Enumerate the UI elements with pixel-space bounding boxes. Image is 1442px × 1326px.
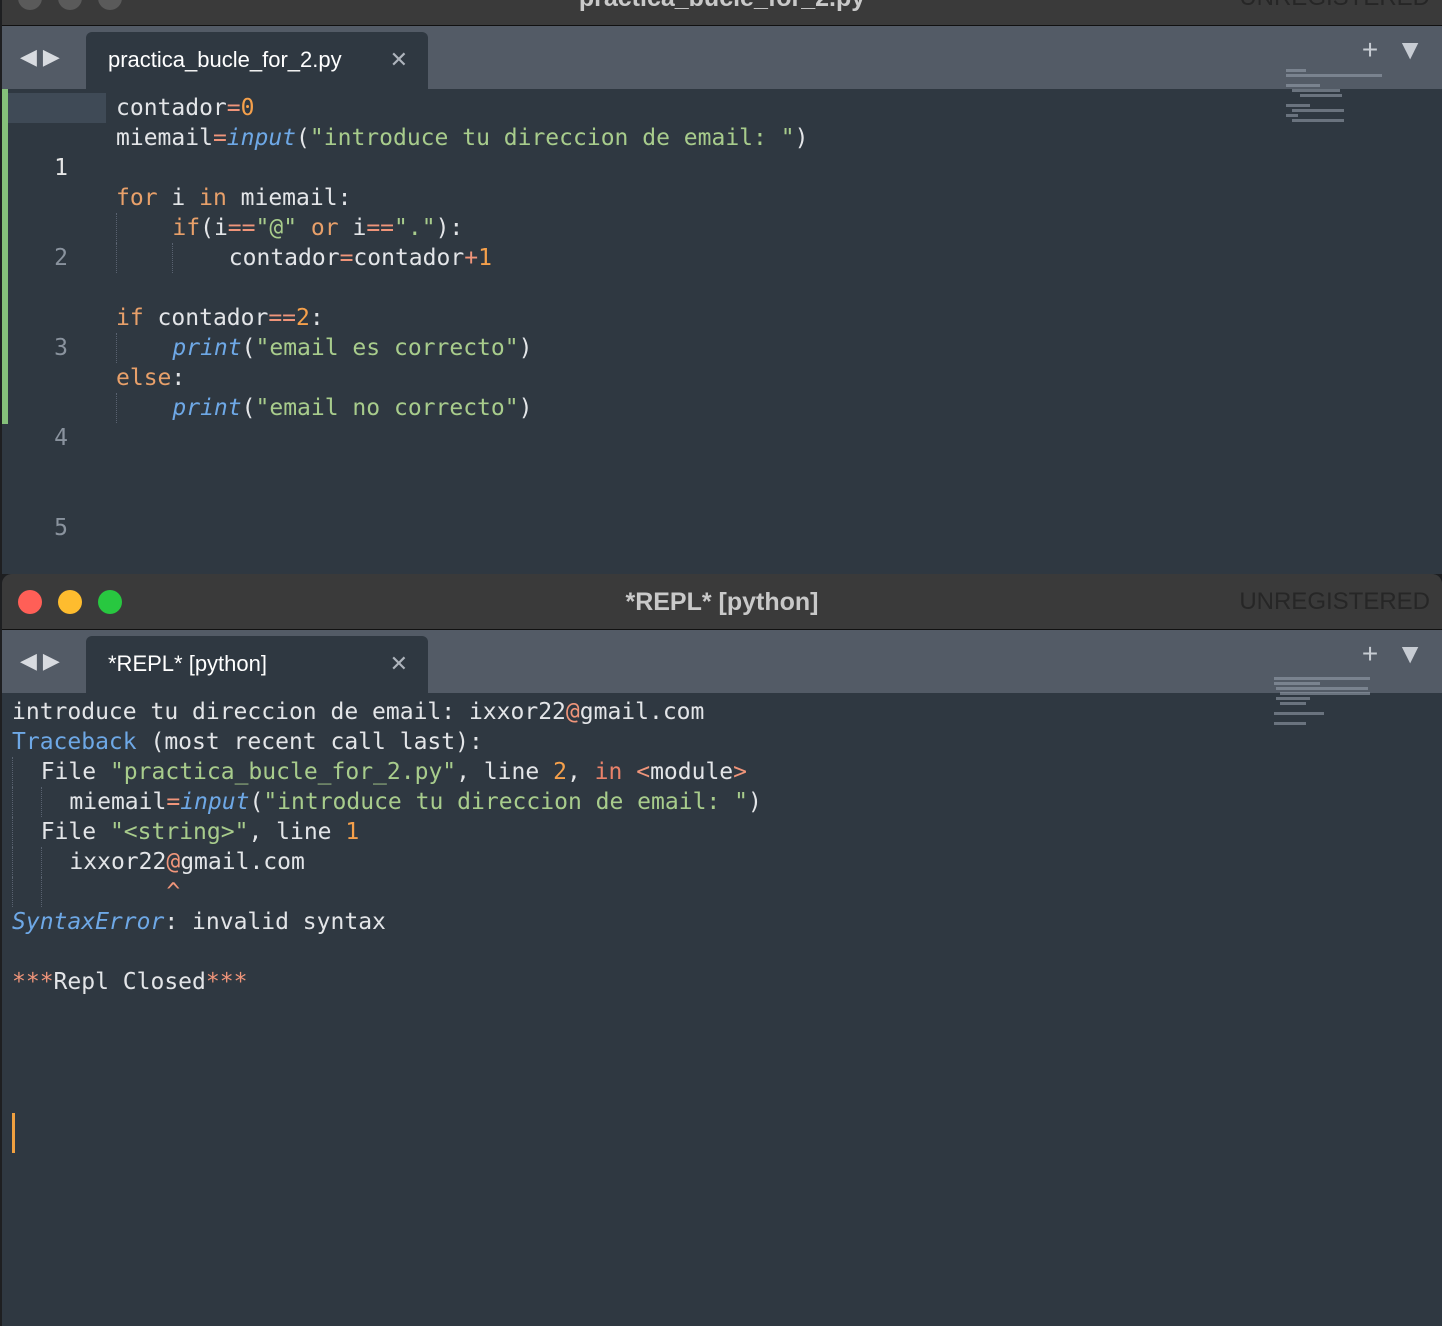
tab-label: *REPL* [python] xyxy=(108,651,267,676)
repl-titlebar: *REPL* [python] UNREGISTERED xyxy=(2,574,1442,630)
tab-label: practica_bucle_for_2.py xyxy=(108,47,342,72)
tab-menu-icon[interactable]: ▼ xyxy=(1396,638,1424,669)
repl-window: *REPL* [python] UNREGISTERED ◀▶ *REPL* [… xyxy=(2,574,1442,1326)
line-number: 3 xyxy=(54,335,68,361)
tab-nav: ◀▶ xyxy=(20,648,66,674)
output-line: introduce tu direccion de email: ixxor22… xyxy=(12,699,705,725)
code-editor[interactable]: 1 2 3 4 5 6 7 8 9 10 11 contador=0miemai… xyxy=(2,69,1442,1081)
output-line: ***Repl Closed*** xyxy=(12,969,248,995)
tab-repl-python[interactable]: *REPL* [python] ✕ xyxy=(86,636,428,693)
text-caret xyxy=(12,1113,15,1153)
new-tab-icon[interactable]: + xyxy=(1362,638,1378,669)
repl-text: introduce tu direccion de email: ixxor22… xyxy=(12,697,762,997)
tab-menu-icon[interactable]: ▼ xyxy=(1396,34,1424,65)
unregistered-label: UNREGISTERED xyxy=(1239,0,1430,26)
editor-minimap[interactable] xyxy=(1286,69,1396,124)
unregistered-label: UNREGISTERED xyxy=(1239,588,1430,615)
window-title: practica_bucle_for_2.py xyxy=(2,0,1442,26)
tab-actions: + ▼ xyxy=(1344,34,1424,66)
code-line: if contador==2: xyxy=(116,305,324,331)
output-line: ixxor22@gmail.com xyxy=(12,847,762,877)
code-line: contador=0 xyxy=(116,95,255,121)
code-line: for i in miemail: xyxy=(116,185,352,211)
output-line: miemail=input("introduce tu direccion de… xyxy=(12,787,762,817)
output-line: Traceback (most recent call last): xyxy=(12,729,483,755)
repl-tabbar: ◀▶ *REPL* [python] ✕ + ▼ xyxy=(2,630,1442,693)
editor-tabbar: ◀▶ practica_bucle_for_2.py ✕ + ▼ xyxy=(2,26,1442,89)
close-tab-icon[interactable]: ✕ xyxy=(390,636,408,692)
line-number: 5 xyxy=(54,515,68,541)
code-line: else: xyxy=(116,365,186,391)
repl-output[interactable]: introduce tu direccion de email: ixxor22… xyxy=(2,677,1442,1326)
tab-nav: ◀▶ xyxy=(20,44,66,70)
code-line: print("email no correcto") xyxy=(116,393,808,423)
editor-window: practica_bucle_for_2.py UNREGISTERED ◀▶ … xyxy=(2,0,1442,1081)
output-line: SyntaxError: invalid syntax xyxy=(12,909,386,935)
window-title: *REPL* [python] xyxy=(625,588,819,616)
code-line: contador=contador+1 xyxy=(116,243,808,273)
tab-actions: + ▼ xyxy=(1344,638,1424,670)
back-arrow-icon[interactable]: ◀ xyxy=(20,648,43,673)
source-code: contador=0 miemail=input("introduce tu di… xyxy=(116,93,808,423)
output-line: ^ xyxy=(12,877,762,907)
close-tab-icon[interactable]: ✕ xyxy=(390,32,408,88)
repl-minimap[interactable] xyxy=(1274,677,1384,727)
line-number: 2 xyxy=(54,245,68,271)
line-number: 1 xyxy=(54,155,68,181)
forward-arrow-icon[interactable]: ▶ xyxy=(43,648,66,673)
back-arrow-icon[interactable]: ◀ xyxy=(20,44,43,69)
code-line: if(i=="@" or i=="."): xyxy=(116,213,808,243)
code-line: miemail=input("introduce tu direccion de… xyxy=(116,125,809,151)
code-line: print("email es correcto") xyxy=(116,333,808,363)
line-number: 4 xyxy=(54,425,68,451)
tab-practica-bucle-for-2[interactable]: practica_bucle_for_2.py ✕ xyxy=(86,32,428,89)
editor-titlebar: practica_bucle_for_2.py UNREGISTERED xyxy=(2,0,1442,26)
output-line: File "<string>", line 1 xyxy=(12,817,762,847)
forward-arrow-icon[interactable]: ▶ xyxy=(43,44,66,69)
new-tab-icon[interactable]: + xyxy=(1362,34,1378,65)
output-line: File "practica_bucle_for_2.py", line 2, … xyxy=(12,757,762,787)
